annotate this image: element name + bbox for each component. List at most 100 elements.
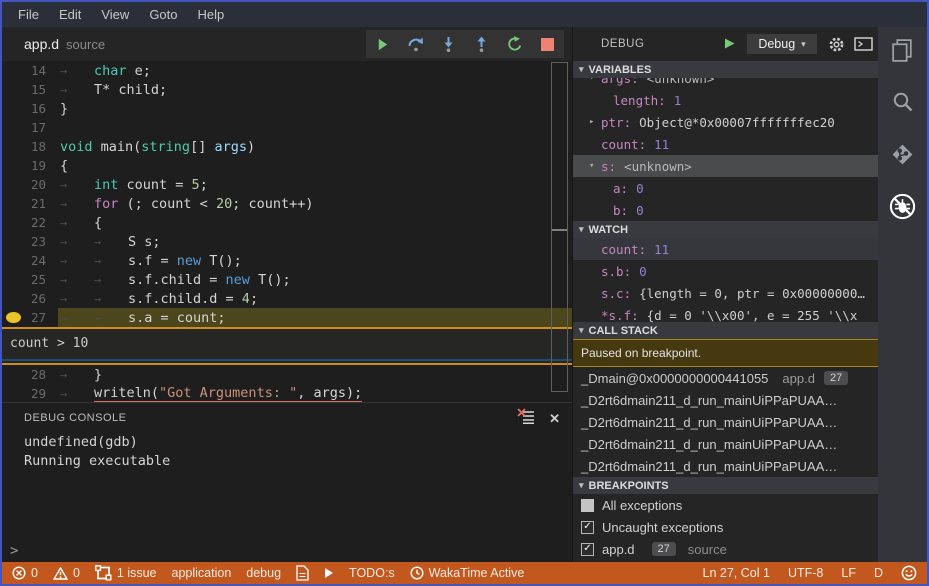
gutter-line-14[interactable]: 14: [2, 61, 58, 80]
status-item[interactable]: WakaTime Active: [410, 566, 524, 580]
status-item[interactable]: LF: [841, 566, 856, 580]
step-out-button[interactable]: [470, 32, 494, 56]
code-line-15[interactable]: 15 → T* child;: [2, 80, 572, 99]
gutter-line-20[interactable]: 20: [2, 175, 58, 194]
close-icon[interactable]: ✕: [549, 411, 560, 427]
stack-frame[interactable]: _D2rt6dmain211_d_run_mainUiPPaPUAA…: [573, 389, 878, 411]
debug-config-dropdown[interactable]: Debug ▾: [747, 34, 817, 54]
status-item[interactable]: 0: [52, 566, 80, 580]
gutter-line-16[interactable]: 16: [2, 99, 58, 118]
menu-item-help[interactable]: Help: [188, 4, 235, 25]
gear-icon[interactable]: [828, 36, 845, 58]
variable-row[interactable]: s.b: 0: [573, 260, 878, 282]
variable-row[interactable]: *s.f: {d = 0 '\\x00', e = 255 '\\x: [573, 304, 878, 323]
stack-frame[interactable]: _D2rt6dmain211_d_run_mainUiPPaPUAA…: [573, 455, 878, 477]
stop-button[interactable]: [536, 32, 560, 56]
status-item[interactable]: 1 issue: [95, 565, 157, 581]
checkbox[interactable]: ✓: [581, 520, 594, 534]
section-header-variables[interactable]: ▾ VARIABLES: [573, 61, 878, 78]
gutter-line-28[interactable]: 28: [2, 365, 58, 384]
chevron-down-icon[interactable]: ▾: [589, 161, 601, 171]
gutter-line-19[interactable]: 19: [2, 156, 58, 175]
gutter-line-29[interactable]: 29: [2, 384, 58, 402]
status-item[interactable]: [901, 565, 917, 581]
menu-item-edit[interactable]: Edit: [49, 4, 91, 25]
menu-item-goto[interactable]: Goto: [139, 4, 187, 25]
start-debug-icon[interactable]: [723, 37, 736, 55]
status-item[interactable]: debug: [246, 566, 281, 580]
code-line-19[interactable]: 19 {: [2, 156, 572, 175]
status-item[interactable]: 0: [12, 566, 38, 580]
variable-row[interactable]: a: 0: [573, 177, 878, 199]
gutter-line-22[interactable]: 22: [2, 213, 58, 232]
variable-row[interactable]: length: 1: [573, 89, 878, 111]
status-item[interactable]: application: [172, 566, 232, 580]
console-prompt[interactable]: >: [10, 543, 18, 559]
code-line-18[interactable]: 18 void main(string[] args): [2, 137, 572, 156]
gutter-line-18[interactable]: 18: [2, 137, 58, 156]
gutter-line-27[interactable]: 27: [2, 308, 58, 327]
tab-app-d[interactable]: app.d source: [24, 27, 105, 61]
stack-frame[interactable]: _Dmain@0x0000000000441055 app.d 27: [573, 367, 878, 389]
checkbox[interactable]: [581, 498, 594, 512]
code-line-25[interactable]: 25 → → s.f.child = new T();: [2, 270, 572, 289]
clear-console-icon[interactable]: [517, 408, 535, 429]
code-line-23[interactable]: 23 → → S s;: [2, 232, 572, 251]
breakpoint-row[interactable]: ✓ app.d 27 source: [573, 538, 878, 560]
continue-button[interactable]: [371, 32, 395, 56]
chevron-right-icon[interactable]: ▸: [589, 117, 601, 127]
gutter-line-26[interactable]: 26: [2, 289, 58, 308]
status-item[interactable]: D: [874, 566, 883, 580]
checkbox[interactable]: ✓: [581, 542, 594, 556]
code-line-14[interactable]: 14 → char e;: [2, 61, 572, 80]
variable-row[interactable]: b: 0: [573, 199, 878, 221]
code-line-28[interactable]: 28 →}: [2, 365, 572, 384]
code-line-16[interactable]: 16}: [2, 99, 572, 118]
stack-frame[interactable]: _D2rt6dmain211_d_run_mainUiPPaPUAA…: [573, 411, 878, 433]
step-over-button[interactable]: [404, 32, 428, 56]
code-line-21[interactable]: 21 → for (; count < 20; count++): [2, 194, 572, 213]
status-item[interactable]: [324, 567, 334, 579]
code-line-20[interactable]: 20 → int count = 5;: [2, 175, 572, 194]
code-line-26[interactable]: 26 → → s.f.child.d = 4;: [2, 289, 572, 308]
code-line-27[interactable]: 27 → → s.a = count;: [2, 308, 572, 327]
breakpoint-icon[interactable]: [6, 312, 21, 323]
gutter-line-24[interactable]: 24: [2, 251, 58, 270]
gutter-line-17[interactable]: 17: [2, 118, 58, 137]
gutter-line-21[interactable]: 21: [2, 194, 58, 213]
restart-button[interactable]: [503, 32, 527, 56]
menu-item-view[interactable]: View: [91, 4, 139, 25]
breakpoint-row[interactable]: ✓ Uncaught exceptions: [573, 516, 878, 538]
activity-debug-icon[interactable]: [888, 191, 918, 221]
section-header-watch[interactable]: ▾ WATCH: [573, 221, 878, 238]
gutter-line-25[interactable]: 25: [2, 270, 58, 289]
chevron-down-icon[interactable]: ▾: [589, 78, 601, 83]
variable-row[interactable]: count: 11: [573, 238, 878, 260]
section-header-breakpoints[interactable]: ▾ BREAKPOINTS: [573, 477, 878, 494]
editor-scrollbar[interactable]: [551, 62, 568, 392]
variable-row[interactable]: s.c: {length = 0, ptr = 0x00000000…: [573, 282, 878, 304]
gutter-line-15[interactable]: 15: [2, 80, 58, 99]
breakpoint-condition-widget[interactable]: count > 10: [2, 327, 572, 365]
status-item[interactable]: [296, 565, 309, 581]
breakpoint-row[interactable]: All exceptions: [573, 494, 878, 516]
code-line-24[interactable]: 24 → → s.f = new T();: [2, 251, 572, 270]
status-item[interactable]: TODO:s: [349, 566, 395, 580]
activity-source-control-icon[interactable]: [888, 139, 918, 169]
open-console-icon[interactable]: [854, 37, 873, 56]
code-editor[interactable]: 14 → char e; 15 → T* child; 16} 17 18 void main(s…: [2, 61, 572, 402]
menu-item-file[interactable]: File: [8, 4, 49, 25]
activity-files-icon[interactable]: [888, 35, 918, 65]
step-into-button[interactable]: [437, 32, 461, 56]
stack-frame[interactable]: _D2rt6dmain211_d_run_mainUiPPaPUAA…: [573, 433, 878, 455]
status-item[interactable]: Ln 27, Col 1: [703, 566, 770, 580]
code-line-17[interactable]: 17: [2, 118, 572, 137]
activity-search-icon[interactable]: [888, 87, 918, 117]
gutter-line-23[interactable]: 23: [2, 232, 58, 251]
variable-row[interactable]: ▾ args: <unknown>: [573, 78, 878, 89]
code-line-22[interactable]: 22 → {: [2, 213, 572, 232]
status-item[interactable]: UTF-8: [788, 566, 823, 580]
variable-row[interactable]: count: 11: [573, 133, 878, 155]
code-line-29[interactable]: 29 → writeln("Got Arguments: ", args);: [2, 384, 572, 402]
section-header-call-stack[interactable]: ▾ CALL STACK: [573, 322, 878, 339]
